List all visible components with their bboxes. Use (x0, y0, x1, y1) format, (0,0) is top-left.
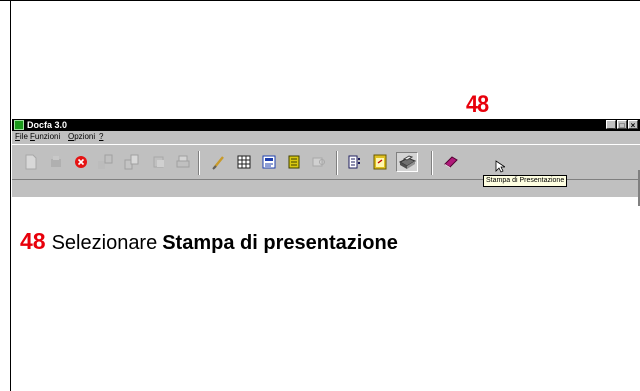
form-button[interactable] (260, 153, 278, 171)
print-disabled-button[interactable] (174, 153, 192, 171)
grid-icon (237, 155, 251, 169)
top-rule (0, 0, 640, 1)
list-button[interactable] (285, 153, 303, 171)
grid-button[interactable] (235, 153, 253, 171)
menu-bar: File Funzioni Opzioni ? (12, 131, 640, 143)
brush-button[interactable] (210, 153, 228, 171)
toolbar-separator (336, 151, 338, 175)
print-disabled-icon (176, 155, 190, 168)
copy-icon (98, 154, 113, 169)
delete-button[interactable] (72, 153, 90, 171)
paste-button[interactable] (150, 153, 168, 171)
menu-file[interactable]: File (15, 131, 28, 143)
caption-bold-text: Stampa di presentazione (162, 232, 398, 254)
minimize-button[interactable]: _ (606, 120, 616, 130)
toolbar-separator (431, 151, 433, 175)
open-folder-icon (51, 156, 61, 167)
list-icon (288, 155, 300, 169)
form-icon (262, 155, 276, 169)
title-bar: Docfa 3.0 _ □ × (12, 119, 640, 131)
step-caption: 48 Selezionare Stampa di presentazione (20, 228, 398, 255)
tape-icon (312, 157, 325, 167)
app-icon (14, 120, 24, 130)
window-controls: _ □ × (606, 120, 638, 130)
brush-icon (212, 156, 224, 170)
window-title: Docfa 3.0 (27, 120, 68, 130)
book-button[interactable] (442, 153, 460, 171)
page-frame: 48 Docfa 3.0 _ □ × File Funzioni Opzioni… (0, 0, 640, 391)
menu-opzioni[interactable]: Opzioni (68, 131, 95, 143)
toolbar-tooltip: Stampa di Presentazione (483, 175, 568, 187)
menu-help[interactable]: ? (99, 131, 103, 143)
stampa-presentazione-button[interactable] (396, 152, 418, 172)
columns-button[interactable] (346, 153, 364, 171)
caption-text: Selezionare (51, 232, 158, 254)
notes-button[interactable] (371, 153, 389, 171)
open-button[interactable] (47, 153, 65, 171)
caption-step-number: 48 (20, 228, 46, 254)
copy-button[interactable] (96, 153, 114, 171)
step-number-label: 48 (466, 91, 489, 118)
left-rule (10, 0, 11, 391)
tape-button[interactable] (309, 153, 327, 171)
duplicate-icon (124, 154, 139, 170)
columns-icon (348, 155, 360, 169)
mouse-cursor-icon (495, 160, 505, 173)
new-document-button[interactable] (22, 153, 40, 171)
delete-icon (75, 156, 87, 168)
paste-icon (153, 156, 164, 168)
menu-funzioni[interactable]: Funzioni (30, 131, 60, 143)
toolbar-separator (198, 151, 200, 175)
close-button[interactable]: × (628, 120, 638, 130)
duplicate-button[interactable] (123, 153, 141, 171)
printer-icon (398, 155, 416, 169)
maximize-button[interactable]: □ (617, 120, 627, 130)
new-document-icon (25, 154, 37, 170)
book-icon (444, 156, 458, 168)
notes-icon (373, 154, 387, 170)
